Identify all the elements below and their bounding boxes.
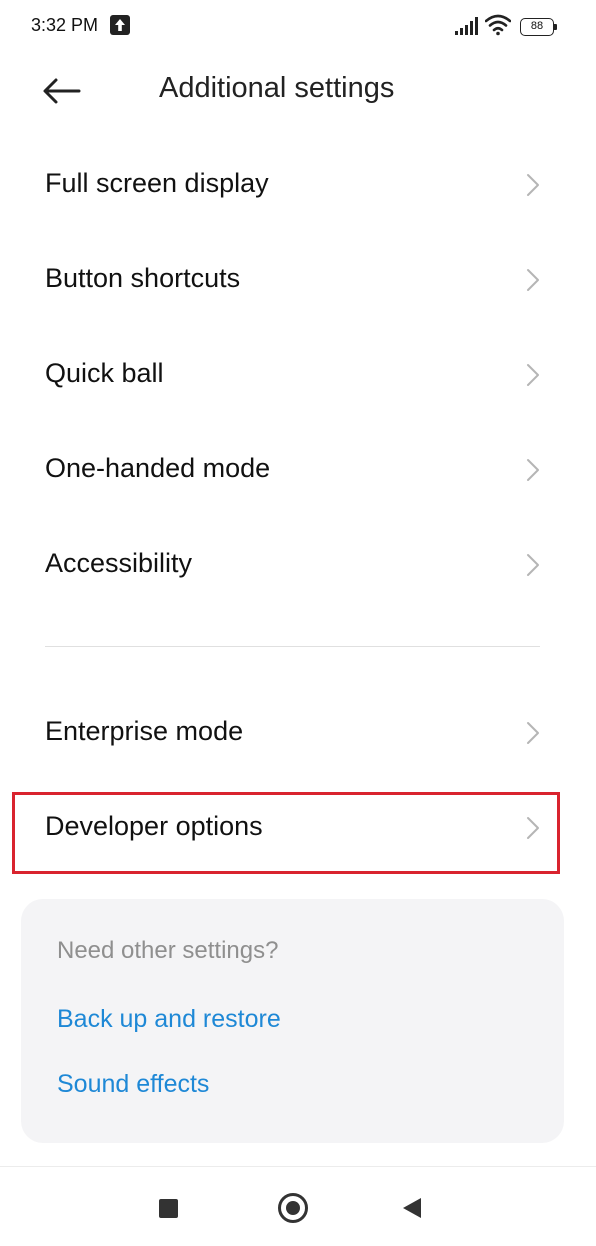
page-title: Additional settings — [159, 72, 395, 104]
navigation-bar — [0, 1166, 596, 1246]
back-up-and-restore-link[interactable]: Back up and restore — [57, 1005, 281, 1034]
chevron-right-icon — [527, 269, 539, 291]
header: Additional settings — [0, 56, 596, 126]
screen: 3:32 PM 88 Additional settings Full scre… — [0, 0, 596, 1246]
home-button[interactable] — [278, 1193, 308, 1223]
highlight-annotation — [12, 792, 560, 874]
setting-accessibility[interactable]: Accessibility — [0, 518, 596, 613]
chevron-right-icon — [527, 174, 539, 196]
signal-icon — [455, 17, 478, 35]
recents-button[interactable] — [159, 1199, 178, 1218]
battery-tip — [554, 24, 557, 30]
setting-one-handed-mode[interactable]: One-handed mode — [0, 423, 596, 518]
status-time: 3:32 PM — [31, 15, 99, 35]
chevron-right-icon — [527, 459, 539, 481]
setting-button-shortcuts[interactable]: Button shortcuts — [0, 233, 596, 328]
setting-label: Accessibility — [45, 548, 193, 578]
card-title: Need other settings? — [57, 937, 279, 964]
battery-icon: 88 — [520, 18, 558, 36]
setting-label: Quick ball — [45, 358, 164, 388]
chevron-right-icon — [527, 364, 539, 386]
setting-label: Full screen display — [45, 168, 269, 198]
home-icon — [286, 1201, 300, 1215]
setting-enterprise-mode[interactable]: Enterprise mode — [0, 686, 596, 781]
sound-effects-link[interactable]: Sound effects — [57, 1070, 209, 1099]
section-divider — [45, 646, 540, 647]
setting-label: One-handed mode — [45, 453, 271, 483]
upload-icon — [110, 15, 130, 35]
arrow-left-icon[interactable] — [41, 76, 83, 106]
suggestions-card: Need other settings? Back up and restore… — [21, 899, 564, 1143]
setting-label: Button shortcuts — [45, 263, 241, 293]
setting-quick-ball[interactable]: Quick ball — [0, 328, 596, 423]
status-bar: 3:32 PM 88 — [0, 0, 596, 56]
wifi-icon — [485, 14, 511, 36]
chevron-right-icon — [527, 722, 539, 744]
back-triangle-icon[interactable] — [402, 1197, 422, 1219]
setting-label: Enterprise mode — [45, 716, 244, 746]
battery-level: 88 — [520, 18, 554, 36]
setting-full-screen-display[interactable]: Full screen display — [0, 138, 596, 233]
chevron-right-icon — [527, 554, 539, 576]
